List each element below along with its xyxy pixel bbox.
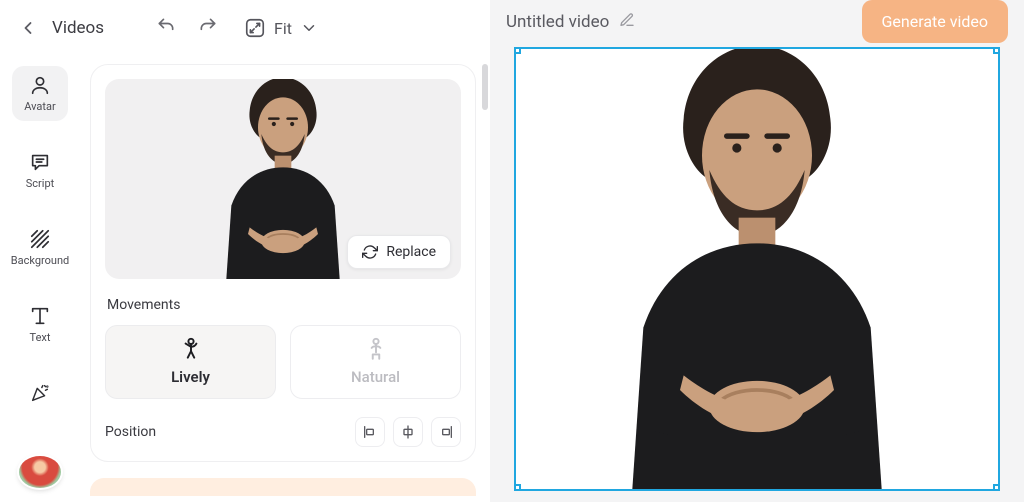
next-card-peek: [90, 478, 476, 496]
canvas-wrap: [490, 43, 1024, 502]
video-title[interactable]: Untitled video: [506, 12, 609, 32]
tool-rail: Avatar Script Background Text: [0, 56, 80, 502]
editor-area: Untitled video Generate video: [490, 0, 1024, 502]
resize-handle-bl[interactable]: [514, 484, 521, 491]
side-panel: Replace Movements Lively Natural: [80, 56, 490, 502]
undo-button[interactable]: [152, 12, 180, 44]
rail-label: Script: [26, 177, 54, 190]
rail-label: Avatar: [24, 100, 55, 113]
topbar: Videos Fit: [0, 0, 490, 56]
align-center-icon: [400, 424, 416, 440]
resize-handle-br[interactable]: [993, 484, 1000, 491]
redo-button[interactable]: [194, 12, 222, 44]
text-icon: [29, 305, 51, 327]
editor-topbar: Untitled video Generate video: [490, 0, 1024, 43]
texture-icon: [29, 228, 51, 250]
movement-option-lively[interactable]: Lively: [105, 325, 276, 399]
rename-button[interactable]: [619, 12, 635, 32]
rail-item-text[interactable]: Text: [12, 297, 68, 352]
movement-option-natural[interactable]: Natural: [290, 325, 461, 399]
resize-handle-tl[interactable]: [514, 47, 521, 54]
chevron-left-icon: [18, 18, 38, 38]
refresh-icon: [362, 244, 378, 260]
movement-label: Lively: [171, 368, 210, 386]
movements-options: Lively Natural: [105, 325, 461, 399]
zoom-fit-control[interactable]: Fit: [244, 17, 318, 39]
redo-icon: [198, 16, 218, 36]
avatar-preview[interactable]: Replace: [105, 79, 461, 279]
align-left-button[interactable]: [355, 417, 385, 447]
resize-handle-tr[interactable]: [993, 47, 1000, 54]
movement-label: Natural: [351, 368, 400, 386]
canvas[interactable]: [514, 47, 1000, 491]
rail-item-script[interactable]: Script: [12, 143, 68, 198]
breadcrumb-videos[interactable]: Videos: [52, 18, 104, 38]
position-heading: Position: [105, 424, 156, 440]
chevron-down-icon: [300, 19, 318, 37]
rail-label: Text: [30, 331, 51, 344]
align-center-button[interactable]: [393, 417, 423, 447]
left-body: Avatar Script Background Text: [0, 56, 490, 502]
rail-item-background[interactable]: Background: [12, 220, 68, 275]
position-buttons: [355, 417, 461, 447]
person-icon: [29, 74, 51, 96]
lively-icon: [178, 336, 204, 362]
avatar-card: Replace Movements Lively Natural: [90, 64, 476, 462]
movements-heading: Movements: [107, 297, 459, 313]
position-row: Position: [105, 417, 461, 447]
generate-video-button[interactable]: Generate video: [862, 0, 1008, 43]
left-column: Videos Fit Avatar S: [0, 0, 490, 502]
rail-label: Background: [11, 254, 69, 267]
natural-icon: [363, 336, 389, 362]
rail-item-avatar[interactable]: Avatar: [12, 66, 68, 121]
replace-avatar-button[interactable]: Replace: [347, 235, 451, 269]
replace-label: Replace: [386, 244, 436, 260]
undo-icon: [156, 16, 176, 36]
party-icon: [29, 382, 51, 404]
align-left-icon: [362, 424, 378, 440]
scrollbar-thumb[interactable]: [482, 64, 488, 110]
user-avatar[interactable]: [19, 456, 61, 488]
app-root: Videos Fit Avatar S: [0, 0, 1024, 502]
chat-icon: [29, 151, 51, 173]
align-right-icon: [438, 424, 454, 440]
fit-icon: [244, 17, 266, 39]
avatar-on-canvas[interactable]: [547, 49, 967, 489]
rail-item-confetti[interactable]: [12, 374, 68, 412]
back-button[interactable]: [18, 18, 38, 38]
fit-label: Fit: [274, 19, 292, 38]
pencil-icon: [619, 12, 635, 28]
align-right-button[interactable]: [431, 417, 461, 447]
